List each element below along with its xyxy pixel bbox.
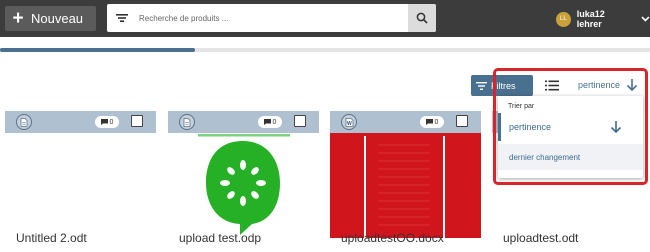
selected-indicator [498,113,501,141]
word-doc-icon: W [341,114,357,130]
cucumber-logo-image [198,134,290,235]
comment-count: 0 [109,118,114,126]
comment-count-badge: 0 [95,116,119,128]
sort-direction-icon[interactable] [609,119,623,135]
sort-option-label: pertinence [509,122,552,132]
comment-count: 0 [434,118,439,126]
new-button[interactable]: + Nouveau [5,6,96,31]
comment-icon [425,119,433,125]
loading-progress-bar [0,48,650,52]
file-card[interactable]: 0 upload test.odp [168,111,319,252]
file-preview [168,133,319,238]
comment-count-badge: 0 [420,116,444,128]
search-button[interactable] [408,4,436,32]
top-bar: + Nouveau LL luka12 lehrer [0,0,650,37]
search-bar [107,4,436,32]
sort-dropdown-menu: Trier par pertinence dernier changement [498,96,643,178]
file-preview [5,133,156,238]
file-card[interactable]: 0 Untitled 2.odt [5,111,156,252]
sort-option-last-modified[interactable]: dernier changement [498,144,643,170]
docx-preview-image [330,133,481,238]
select-checkbox[interactable] [294,115,306,127]
filters-button[interactable]: Filtres [471,75,533,96]
svg-text:W: W [347,121,352,127]
filter-icon [471,81,491,91]
file-name[interactable]: uploadtest.odt [503,231,578,245]
comment-count: 0 [272,118,277,126]
comment-count-badge: 0 [258,116,282,128]
sort-value-label[interactable]: pertinence [578,80,620,90]
filter-icon[interactable] [115,11,129,25]
avatar: LL [556,11,571,27]
file-name[interactable]: Untitled 2.odt [16,231,87,245]
card-header: 0 [168,111,319,133]
sort-menu-title: Trier par [508,103,535,110]
file-name[interactable]: upload test.odp [179,231,261,245]
doc-icon [179,114,195,130]
search-input[interactable] [139,8,399,28]
filters-button-label: Filtres [491,80,516,91]
chevron-down-icon [641,16,650,22]
loading-progress-fill [0,48,195,52]
card-header: W 0 [330,111,481,133]
select-checkbox[interactable] [131,115,143,127]
file-card[interactable]: W 0 uploadtestOO.docx [330,111,481,252]
user-name: luka12 lehrer [576,9,605,29]
doc-icon [16,114,32,130]
new-button-label: Nouveau [31,11,84,26]
card-header: 0 [5,111,156,133]
select-checkbox[interactable] [456,115,468,127]
list-view-icon[interactable] [545,80,559,91]
search-icon [416,12,428,24]
sort-option-label: dernier changement [509,153,581,162]
file-name[interactable]: uploadtestOO.docx [341,231,444,245]
sort-option-relevance[interactable]: pertinence [498,113,643,141]
sort-direction-icon[interactable] [625,77,639,93]
plus-icon: + [12,8,24,29]
file-preview [330,133,481,238]
comment-icon [263,119,271,125]
comment-icon [100,119,108,125]
user-menu[interactable]: LL luka12 lehrer [556,9,650,29]
